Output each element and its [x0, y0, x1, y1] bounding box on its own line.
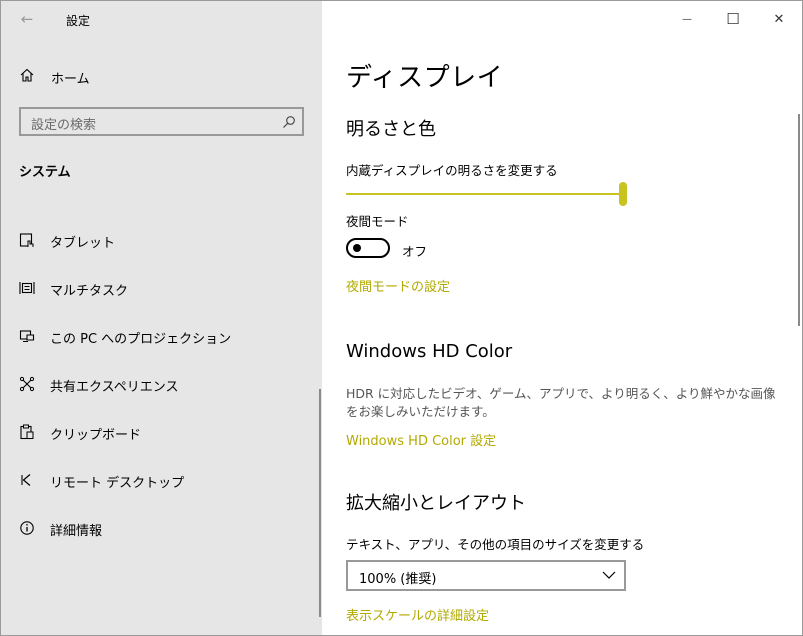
search-placeholder: 設定の検索 [31, 118, 97, 133]
page-title: ディスプレイ [346, 63, 504, 93]
content-pane: — ☐ ✕ ディスプレイ 明るさと色 内蔵ディスプレイの明るさを変更する 夜間モ… [322, 1, 802, 635]
hd-color-settings-link[interactable]: Windows HD Color 設定 [346, 430, 496, 449]
home-icon [20, 68, 34, 82]
sidebar-item-label: マルチタスク [50, 284, 129, 299]
sidebar-item-label: クリップボード [50, 428, 142, 443]
minimize-button[interactable]: — [672, 7, 702, 31]
brightness-heading: 明るさと色 [346, 119, 436, 140]
sidebar-item-about[interactable]: 詳細情報 [1, 508, 322, 548]
close-icon: ✕ [773, 11, 785, 27]
sidebar-item-projection[interactable]: この PC へのプロジェクション [1, 316, 322, 356]
scale-heading: 拡大縮小とレイアウト [346, 493, 526, 514]
sidebar-item-label: タブレット [50, 236, 116, 251]
night-light-settings-link[interactable]: 夜間モードの設定 [346, 276, 450, 295]
info-icon [20, 521, 34, 535]
remote-desktop-icon [21, 474, 31, 486]
settings-window: ← 設定 ホーム 設定の検索 システム タブレット マルチタスク この PC へ… [0, 0, 803, 636]
brightness-slider-thumb[interactable] [619, 182, 627, 206]
hd-color-description: HDR に対応したビデオ、ゲーム、アプリで、より明るく、より鮮やかな画像をお楽し… [346, 386, 776, 419]
tablet-icon [19, 233, 34, 247]
night-light-label: 夜間モード [346, 214, 409, 229]
sidebar-item-multitask[interactable]: マルチタスク [1, 268, 322, 308]
advanced-scaling-link[interactable]: 表示スケールの詳細設定 [346, 605, 489, 624]
close-button[interactable]: ✕ [764, 7, 794, 31]
scale-size-label: テキスト、アプリ、その他の項目のサイズを変更する [346, 537, 645, 552]
projection-icon [19, 330, 35, 342]
sidebar-item-label: 詳細情報 [50, 524, 103, 539]
back-button[interactable]: ← [15, 9, 39, 29]
multitask-icon [19, 282, 35, 294]
night-light-state: オフ [402, 244, 428, 259]
sidebar-item-remote-desktop[interactable]: リモート デスクトップ [1, 460, 322, 500]
sidebar-item-label: 共有エクスペリエンス [50, 380, 179, 395]
brightness-slider-track[interactable] [346, 193, 621, 195]
content-scrollbar[interactable] [798, 114, 800, 326]
night-light-toggle[interactable] [346, 238, 390, 258]
sidebar-item-shared-experience[interactable]: 共有エクスペリエンス [1, 364, 322, 404]
sidebar-scrollbar[interactable] [319, 389, 321, 617]
sidebar-item-label: この PC へのプロジェクション [50, 332, 232, 347]
hd-color-heading: Windows HD Color [346, 341, 513, 362]
brightness-slider-label: 内蔵ディスプレイの明るさを変更する [346, 163, 558, 178]
sidebar-item-tablet[interactable]: タブレット [1, 220, 322, 260]
back-arrow-icon: ← [20, 10, 34, 28]
clipboard-icon [20, 424, 34, 440]
sidebar: ← 設定 ホーム 設定の検索 システム タブレット マルチタスク この PC へ… [1, 1, 322, 635]
home-label: ホーム [51, 72, 90, 87]
search-input[interactable]: 設定の検索 [19, 107, 304, 136]
search-icon [283, 116, 295, 128]
scale-dropdown-value: 100% (推奨) [359, 572, 437, 587]
sidebar-item-label: リモート デスクトップ [50, 476, 185, 491]
section-title: システム [19, 165, 71, 180]
toggle-knob [353, 244, 361, 252]
minimize-icon: — [682, 13, 692, 25]
maximize-icon: ☐ [726, 10, 740, 28]
chevron-down-icon [602, 571, 616, 579]
scale-dropdown[interactable]: 100% (推奨) [346, 560, 626, 591]
home-nav-item[interactable]: ホーム [1, 59, 322, 93]
sidebar-item-clipboard[interactable]: クリップボード [1, 412, 322, 452]
shared-experience-icon [19, 376, 35, 392]
app-title: 設定 [66, 14, 91, 28]
maximize-button[interactable]: ☐ [718, 7, 748, 31]
